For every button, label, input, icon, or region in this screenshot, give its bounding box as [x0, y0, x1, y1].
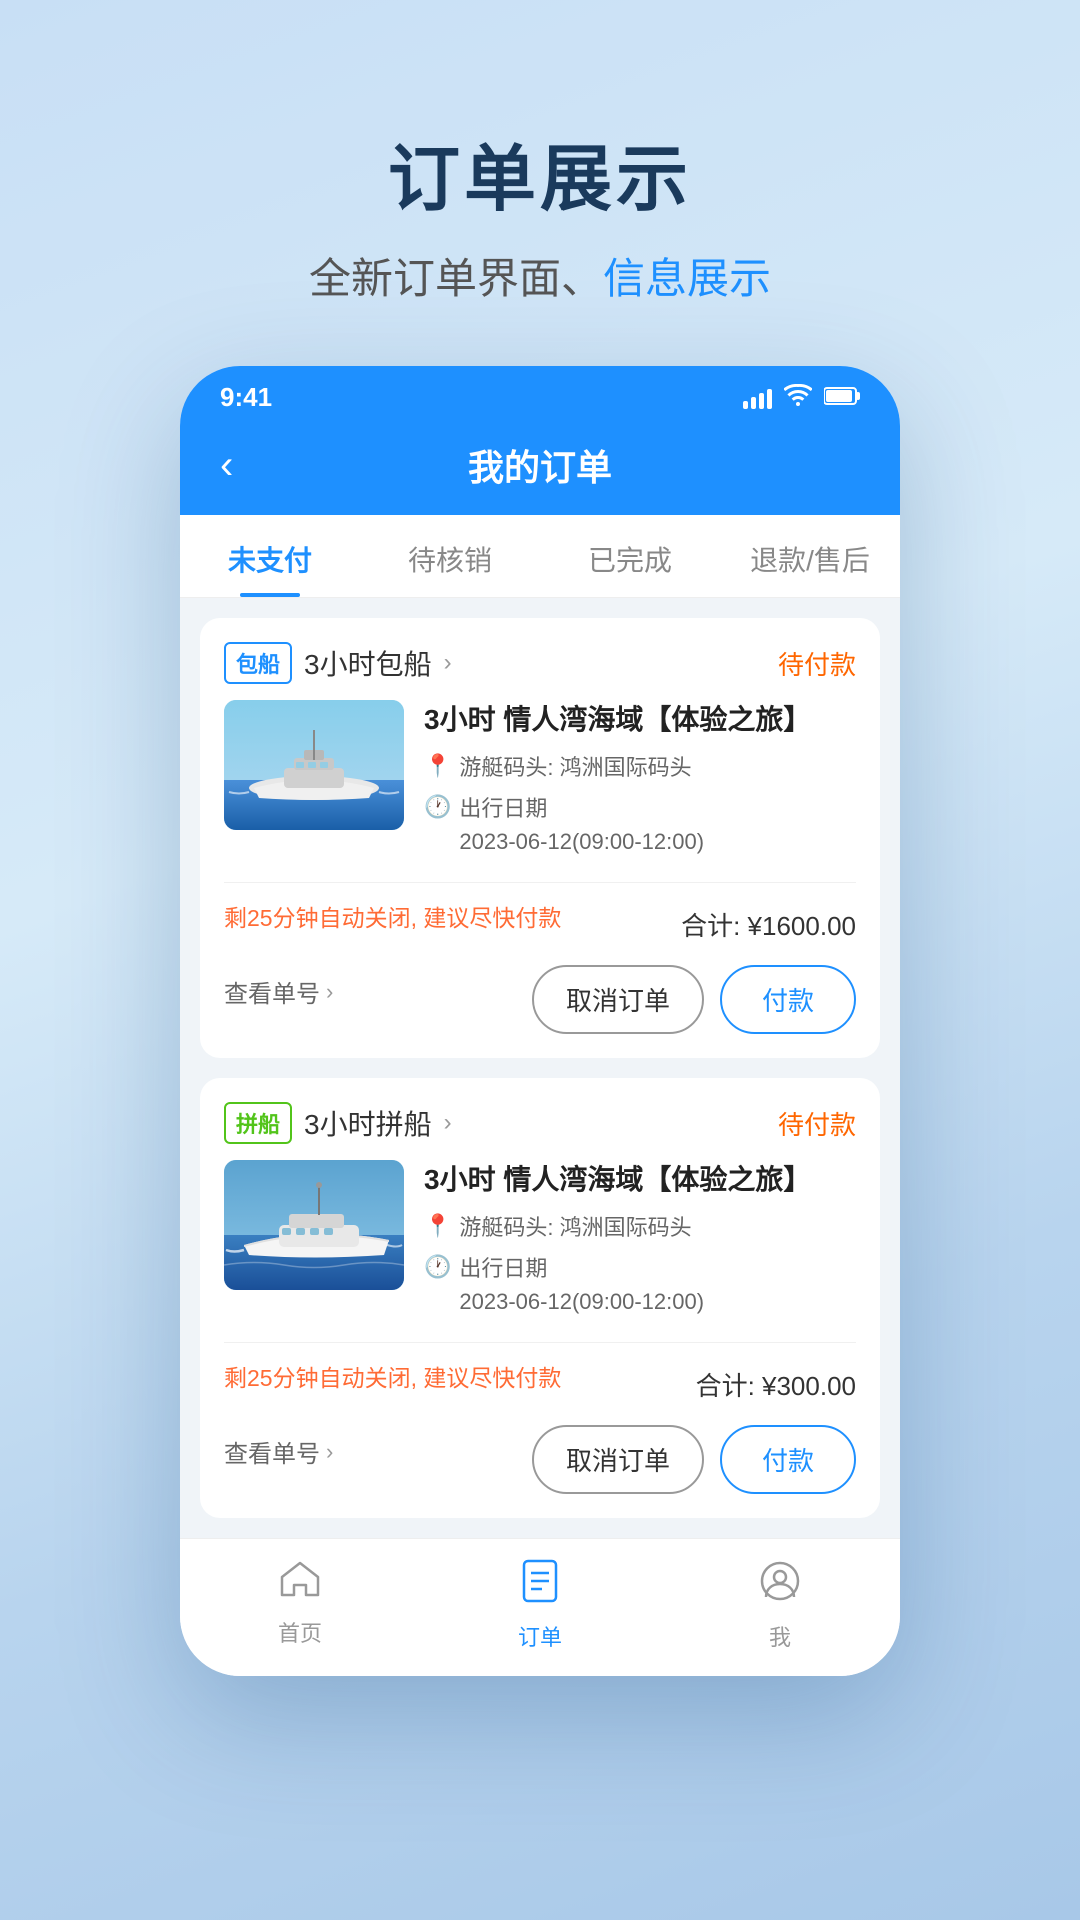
pay-button-2[interactable]: 付款: [720, 1425, 856, 1494]
order-location-2: 游艇码头: 鸿洲国际码头: [459, 1211, 691, 1244]
order-image-1: [224, 700, 404, 830]
order-card-2: 拼船 3小时拼船 › 待付款: [200, 1078, 880, 1518]
order-date-label-1: 出行日期 2023-06-12(09:00-12:00): [459, 792, 704, 858]
order-type-2: 3小时拼船: [304, 1103, 432, 1143]
order-location-row-2: 📍 游艇码头: 鸿洲国际码头: [424, 1211, 856, 1244]
status-bar: 9:41: [180, 366, 900, 423]
order-image-2: [224, 1160, 404, 1290]
location-icon-1: 📍: [424, 753, 451, 779]
signal-icon: [743, 387, 772, 409]
profile-icon: [758, 1559, 802, 1614]
order-status-2: 待付款: [778, 1105, 856, 1142]
phone-mockup: 9:41 ‹ 我的订单: [180, 366, 900, 1676]
pay-button-1[interactable]: 付款: [720, 965, 856, 1034]
order-name-1: 3小时 情人湾海域【体验之旅】: [424, 700, 856, 739]
order-header-left-2: 拼船 3小时拼船 ›: [224, 1102, 452, 1144]
order-actions-1: 取消订单 付款: [532, 965, 856, 1034]
orders-icon: [520, 1559, 560, 1614]
back-button[interactable]: ‹: [220, 443, 280, 488]
order-header-1: 包船 3小时包船 › 待付款: [224, 642, 856, 684]
order-divider-1: [224, 882, 856, 883]
order-content-2: 3小时 情人湾海域【体验之旅】 📍 游艇码头: 鸿洲国际码头 🕐 出行日期 20…: [224, 1160, 856, 1326]
order-date-2: 出行日期 2023-06-12(09:00-12:00): [459, 1252, 704, 1318]
home-label: 首页: [278, 1616, 322, 1648]
order-date-row-2: 🕐 出行日期 2023-06-12(09:00-12:00): [424, 1252, 856, 1318]
order-location-row-1: 📍 游艇码头: 鸿洲国际码头: [424, 751, 856, 784]
order-tag-1: 包船: [224, 642, 292, 684]
subtitle-plain: 全新订单界面、: [309, 255, 603, 302]
page-subtitle: 全新订单界面、信息展示: [309, 245, 771, 306]
order-alert-row-2: 剩25分钟自动关闭, 建议尽快付款 合计: ¥300.00: [224, 1359, 856, 1409]
order-card-1: 包船 3小时包船 › 待付款: [200, 618, 880, 1058]
order-footer-1: 查看单号 › 取消订单 付款: [224, 949, 856, 1034]
nav-title: 我的订单: [280, 439, 800, 491]
order-type-arrow-2: ›: [444, 1109, 452, 1137]
orders-list: 包船 3小时包船 › 待付款: [180, 598, 900, 1538]
status-time: 9:41: [220, 382, 272, 413]
page-header: 订单展示 全新订单界面、信息展示: [309, 0, 771, 306]
order-status-1: 待付款: [778, 645, 856, 682]
tab-refund[interactable]: 退款/售后: [720, 515, 900, 597]
view-order-link-2[interactable]: 查看单号 ›: [224, 1434, 333, 1469]
order-alert-1: 剩25分钟自动关闭, 建议尽快付款: [224, 899, 561, 933]
order-type-arrow-1: ›: [444, 649, 452, 677]
order-tag-2: 拼船: [224, 1102, 292, 1144]
view-link-text-1: 查看单号: [224, 974, 320, 1009]
order-divider-2: [224, 1342, 856, 1343]
nav-profile[interactable]: 我: [660, 1539, 900, 1676]
orders-label: 订单: [518, 1620, 562, 1652]
order-type-1: 3小时包船: [304, 643, 432, 683]
order-details-2: 3小时 情人湾海域【体验之旅】 📍 游艇码头: 鸿洲国际码头 🕐 出行日期 20…: [424, 1160, 856, 1326]
wifi-icon: [784, 382, 812, 413]
tab-completed[interactable]: 已完成: [540, 515, 720, 597]
order-alert-2: 剩25分钟自动关闭, 建议尽快付款: [224, 1359, 561, 1393]
profile-label: 我: [769, 1620, 791, 1652]
cancel-button-2[interactable]: 取消订单: [532, 1425, 704, 1494]
view-link-text-2: 查看单号: [224, 1434, 320, 1469]
tab-bar: 未支付 待核销 已完成 退款/售后: [180, 515, 900, 598]
nav-home[interactable]: 首页: [180, 1539, 420, 1676]
order-actions-2: 取消订单 付款: [532, 1425, 856, 1494]
battery-icon: [824, 382, 860, 413]
order-total-2: 合计: ¥300.00: [696, 1366, 856, 1403]
view-arrow-1: ›: [326, 979, 333, 1005]
tab-unpaid[interactable]: 未支付: [180, 515, 360, 597]
status-icons: [743, 382, 860, 413]
location-icon-2: 📍: [424, 1213, 451, 1239]
order-footer-2: 查看单号 › 取消订单 付款: [224, 1409, 856, 1494]
order-details-1: 3小时 情人湾海域【体验之旅】 📍 游艇码头: 鸿洲国际码头 🕐 出行日期 20…: [424, 700, 856, 866]
tab-pending[interactable]: 待核销: [360, 515, 540, 597]
clock-icon-1: 🕐: [424, 794, 451, 820]
cancel-button-1[interactable]: 取消订单: [532, 965, 704, 1034]
order-content-1: 3小时 情人湾海域【体验之旅】 📍 游艇码头: 鸿洲国际码头 🕐 出行日期 20…: [224, 700, 856, 866]
view-order-link-1[interactable]: 查看单号 ›: [224, 974, 333, 1009]
order-date-row-1: 🕐 出行日期 2023-06-12(09:00-12:00): [424, 792, 856, 858]
order-total-1: 合计: ¥1600.00: [681, 906, 856, 943]
home-icon: [278, 1559, 322, 1610]
order-name-2: 3小时 情人湾海域【体验之旅】: [424, 1160, 856, 1199]
clock-icon-2: 🕐: [424, 1254, 451, 1280]
order-header-left-1: 包船 3小时包船 ›: [224, 642, 452, 684]
order-header-2: 拼船 3小时拼船 › 待付款: [224, 1102, 856, 1144]
page-title: 订单展示: [309, 120, 771, 225]
view-arrow-2: ›: [326, 1439, 333, 1465]
nav-orders[interactable]: 订单: [420, 1539, 660, 1676]
nav-bar: ‹ 我的订单: [180, 423, 900, 515]
bottom-nav: 首页 订单 我: [180, 1538, 900, 1676]
order-alert-row-1: 剩25分钟自动关闭, 建议尽快付款 合计: ¥1600.00: [224, 899, 856, 949]
subtitle-highlight: 信息展示: [603, 255, 771, 302]
order-location-1: 游艇码头: 鸿洲国际码头: [459, 751, 691, 784]
